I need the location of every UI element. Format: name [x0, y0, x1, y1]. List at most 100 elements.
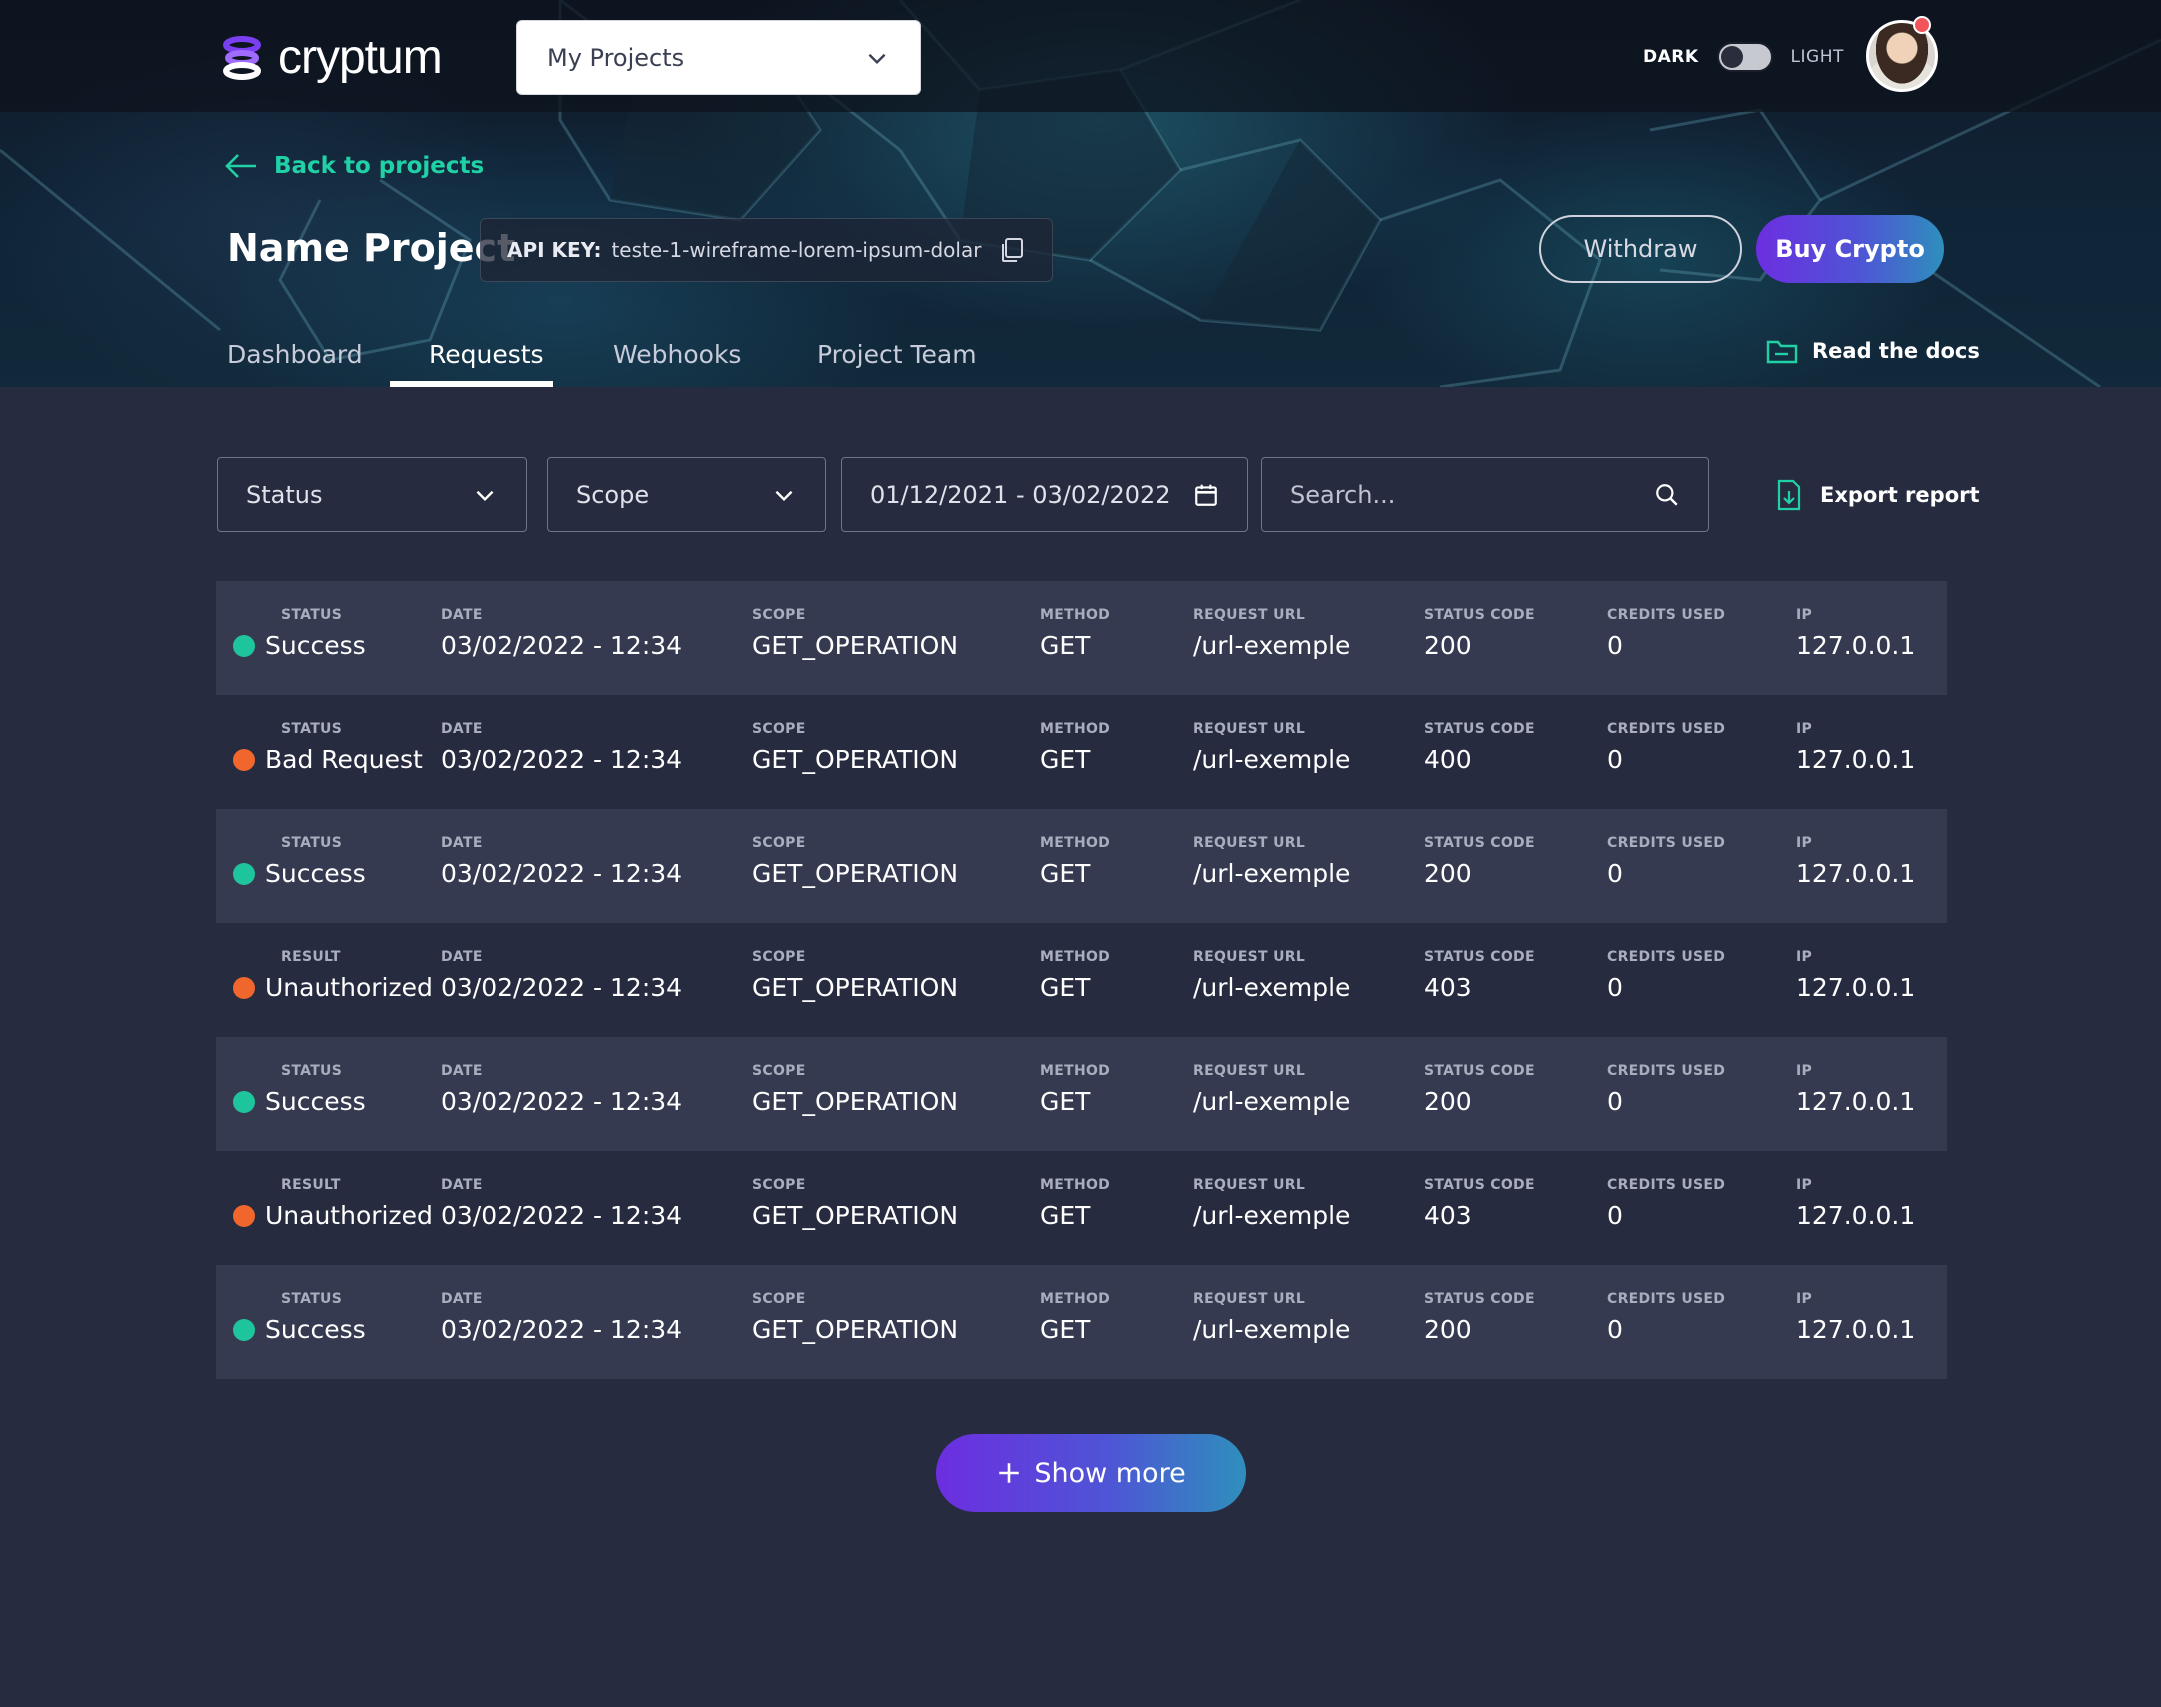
table-row[interactable]: STATUS Success DATE 03/02/2022 - 12:34 SCOPE…: [216, 581, 1947, 695]
buy-crypto-button[interactable]: Buy Crypto: [1756, 215, 1944, 283]
cell-value: GET: [1040, 1201, 1091, 1230]
chevron-down-icon: [476, 490, 494, 501]
dark-label: DARK: [1643, 47, 1699, 67]
search-placeholder: Search...: [1290, 480, 1396, 509]
column-label: STATUS CODE: [1424, 721, 1535, 737]
table-row[interactable]: STATUS Success DATE 03/02/2022 - 12:34 SCOPE…: [216, 1265, 1947, 1379]
status-filter[interactable]: Status: [217, 457, 527, 532]
light-label: LIGHT: [1790, 47, 1844, 67]
cell-value: 0: [1607, 1087, 1623, 1116]
table-row[interactable]: STATUS Success DATE 03/02/2022 - 12:34 SCOPE…: [216, 809, 1947, 923]
status-text: Unauthorized: [265, 973, 433, 1002]
column-label: METHOD: [1040, 1063, 1111, 1079]
back-to-projects-link[interactable]: Back to projects: [224, 152, 484, 180]
status-text: Success: [265, 859, 366, 888]
theme-toggle[interactable]: DARK LIGHT: [1643, 42, 1844, 72]
chevron-down-icon: [775, 490, 793, 501]
column-label: SCOPE: [752, 835, 806, 851]
cell-value: GET_OPERATION: [752, 973, 959, 1002]
column-label: REQUEST URL: [1193, 1177, 1306, 1193]
cell-value: 03/02/2022 - 12:34: [441, 745, 683, 774]
chevron-down-icon: [868, 53, 886, 64]
tab-project-team[interactable]: Project Team: [817, 340, 977, 369]
column-label: RESULT: [281, 949, 341, 965]
logo[interactable]: cryptum: [220, 30, 443, 85]
column-label: DATE: [441, 835, 483, 851]
api-key-value: teste-1-wireframe-lorem-ipsum-dolar: [611, 238, 982, 262]
cell-value: /url-exemple: [1193, 1315, 1351, 1344]
withdraw-button[interactable]: Withdraw: [1539, 215, 1742, 283]
column-label: SCOPE: [752, 1063, 806, 1079]
table-row[interactable]: STATUS Bad Request DATE 03/02/2022 - 12:34 S…: [216, 695, 1947, 809]
column-label: DATE: [441, 721, 483, 737]
column-label: SCOPE: [752, 949, 806, 965]
status-text: Success: [265, 1087, 366, 1116]
date-range-filter[interactable]: 01/12/2021 - 03/02/2022: [841, 457, 1248, 532]
column-label: STATUS: [281, 1063, 343, 1079]
export-report-button[interactable]: Export report: [1776, 479, 1980, 511]
cell-value: 400: [1424, 745, 1472, 774]
search-icon: [1656, 483, 1678, 506]
cell-value: 127.0.0.1: [1796, 1201, 1916, 1230]
cell-value: GET_OPERATION: [752, 1087, 959, 1116]
column-label: CREDITS USED: [1607, 949, 1726, 965]
cell-value: 403: [1424, 973, 1472, 1002]
column-label: STATUS: [281, 721, 343, 737]
cell-value: /url-exemple: [1193, 973, 1351, 1002]
cell-value: GET: [1040, 745, 1091, 774]
folder-icon: [1766, 340, 1798, 364]
column-label: CREDITS USED: [1607, 1177, 1726, 1193]
cell-value: /url-exemple: [1193, 859, 1351, 888]
column-label: STATUS CODE: [1424, 1063, 1535, 1079]
column-label: REQUEST URL: [1193, 1291, 1306, 1307]
column-label: IP: [1796, 1291, 1813, 1307]
search-input[interactable]: Search...: [1261, 457, 1709, 532]
show-more-button[interactable]: Show more: [936, 1434, 1246, 1512]
column-label: IP: [1796, 949, 1813, 965]
table-row[interactable]: STATUS Success DATE 03/02/2022 - 12:34 SCOPE…: [216, 1037, 1947, 1151]
cell-value: 403: [1424, 1201, 1472, 1230]
column-label: STATUS CODE: [1424, 949, 1535, 965]
tab-dashboard[interactable]: Dashboard: [227, 340, 363, 369]
column-label: RESULT: [281, 1177, 341, 1193]
cell-value: 200: [1424, 1087, 1472, 1116]
cell-value: 127.0.0.1: [1796, 1087, 1916, 1116]
api-key-field: API KEY: teste-1-wireframe-lorem-ipsum-d…: [480, 218, 1053, 282]
table-row[interactable]: RESULT Unauthorized DATE 03/02/2022 - 12:34…: [216, 1151, 1947, 1265]
status-text: Success: [265, 631, 366, 660]
notification-badge: [1913, 16, 1931, 34]
read-docs-link[interactable]: Read the docs: [1766, 338, 1980, 364]
column-label: DATE: [441, 1291, 483, 1307]
calendar-icon: [1195, 484, 1217, 506]
cell-value: 127.0.0.1: [1796, 631, 1916, 660]
column-label: DATE: [441, 1177, 483, 1193]
cell-value: GET_OPERATION: [752, 859, 959, 888]
table-row[interactable]: RESULT Unauthorized DATE 03/02/2022 - 12:34…: [216, 923, 1947, 1037]
column-label: STATUS CODE: [1424, 835, 1535, 851]
column-label: SCOPE: [752, 1291, 806, 1307]
scope-filter[interactable]: Scope: [547, 457, 826, 532]
cryptum-logo-icon: [223, 35, 261, 80]
api-key-label: API KEY:: [507, 238, 602, 262]
status-dot: [233, 977, 255, 999]
status-text: Unauthorized: [265, 1201, 433, 1230]
cell-value: 03/02/2022 - 12:34: [441, 631, 683, 660]
cell-value: GET: [1040, 631, 1091, 660]
column-label: METHOD: [1040, 607, 1111, 623]
tab-webhooks[interactable]: Webhooks: [613, 340, 741, 369]
theme-switch[interactable]: [1716, 42, 1773, 72]
copy-icon[interactable]: [998, 236, 1026, 264]
status-dot: [233, 749, 255, 771]
column-label: STATUS: [281, 1291, 343, 1307]
project-selector[interactable]: My Projects: [516, 20, 921, 95]
column-label: DATE: [441, 949, 483, 965]
cell-value: GET: [1040, 973, 1091, 1002]
back-label: Back to projects: [274, 153, 485, 179]
scope-filter-value: Scope: [576, 480, 650, 509]
column-label: REQUEST URL: [1193, 835, 1306, 851]
column-label: CREDITS USED: [1607, 721, 1726, 737]
cell-value: /url-exemple: [1193, 1087, 1351, 1116]
tab-requests[interactable]: Requests: [429, 340, 544, 369]
cell-value: 0: [1607, 745, 1623, 774]
column-label: IP: [1796, 835, 1813, 851]
